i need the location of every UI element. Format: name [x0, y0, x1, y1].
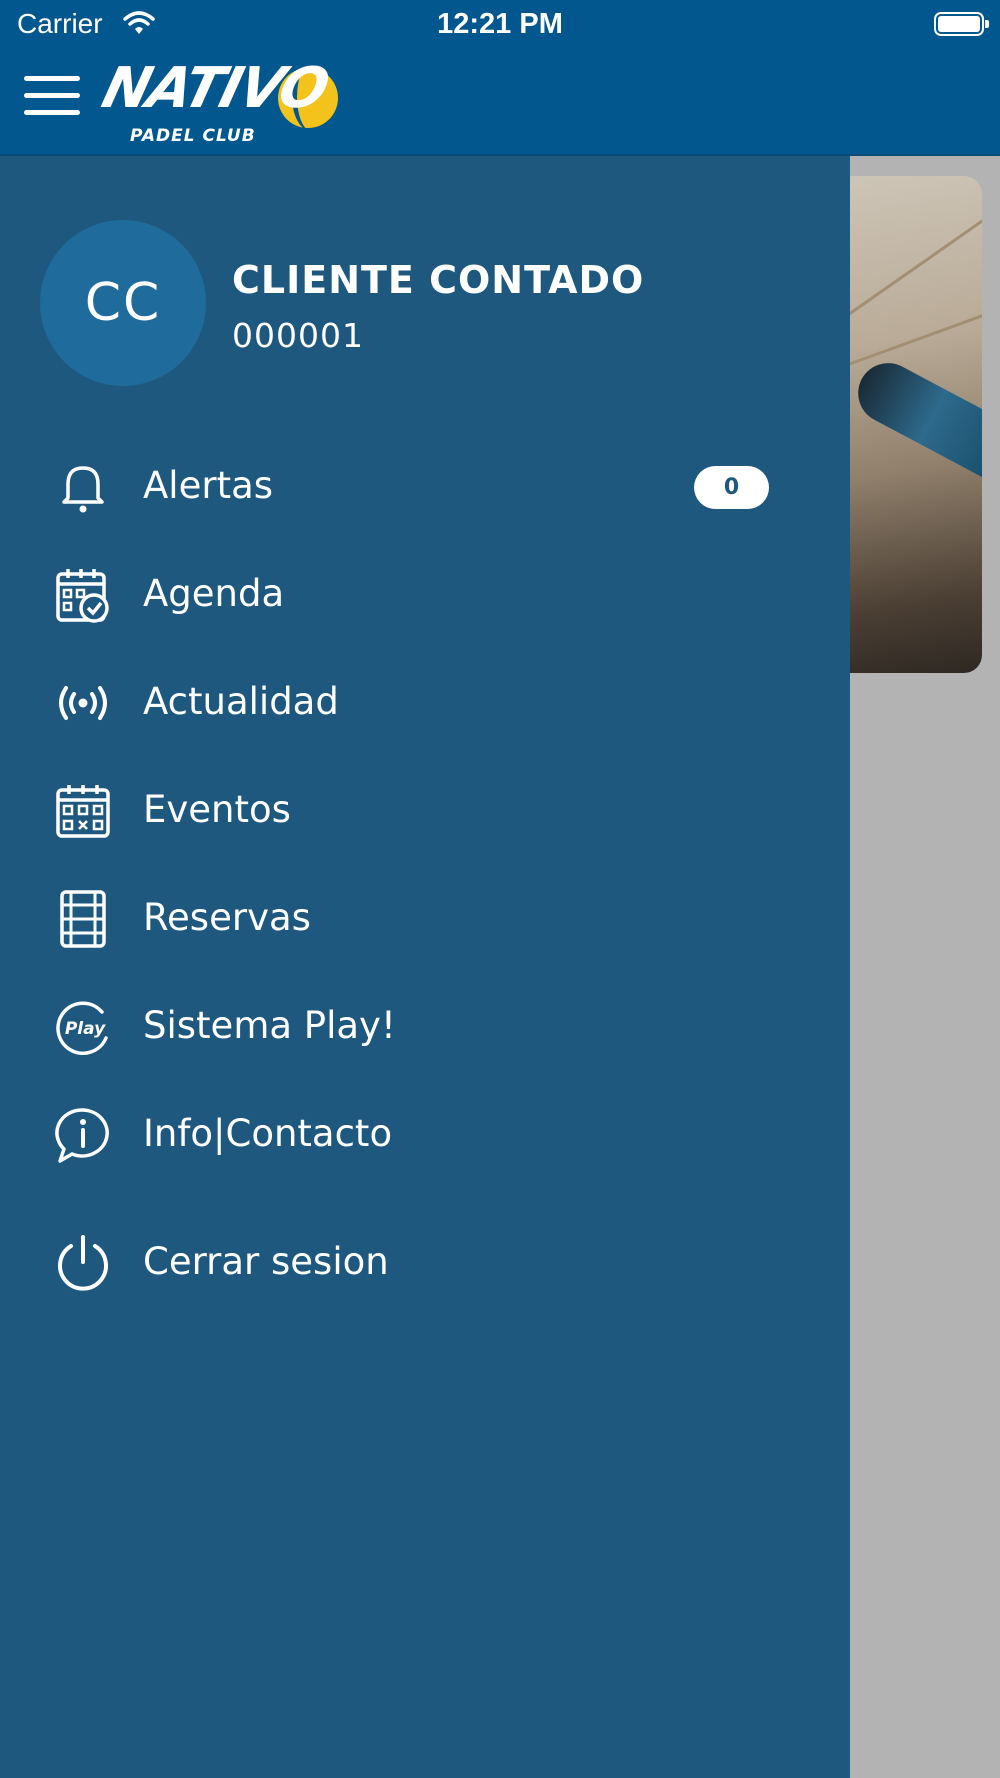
menu-item-eventos[interactable]: Eventos — [0, 760, 850, 860]
menu-label: Eventos — [143, 788, 291, 831]
menu-item-actualidad[interactable]: Actualidad — [0, 652, 850, 752]
menu-label: Alertas — [143, 464, 274, 507]
battery-icon — [934, 12, 989, 36]
avatar[interactable]: CC — [40, 220, 206, 386]
menu-label: Cerrar sesion — [143, 1240, 389, 1283]
clock: 12:21 PM — [437, 8, 563, 40]
user-name: CLIENTE CONTADO — [232, 258, 645, 302]
side-drawer: CC CLIENTE CONTADO 000001 Alertas 0 Agen… — [0, 156, 850, 1778]
menu-label: Reservas — [143, 896, 311, 939]
menu-item-info-contacto[interactable]: Info|Contacto — [0, 1084, 850, 1184]
menu-item-alertas[interactable]: Alertas 0 — [0, 436, 850, 536]
power-icon — [58, 1235, 108, 1291]
menu-label: Actualidad — [143, 680, 339, 723]
menu-item-agenda[interactable]: Agenda — [0, 544, 850, 644]
user-code: 000001 — [232, 316, 364, 355]
alert-count-badge: 0 — [694, 466, 769, 509]
logo-subtitle: PADEL CLUB — [130, 126, 256, 146]
nav-bar: NATIVO PADEL CLUB — [0, 52, 1000, 156]
broadcast-icon — [59, 686, 107, 720]
svg-text:Play: Play — [65, 1019, 106, 1039]
calendar-grid-icon — [56, 785, 110, 838]
menu-label: Agenda — [143, 572, 285, 615]
play-badge-icon: Play — [56, 1001, 108, 1055]
court-icon — [60, 890, 106, 948]
club-logo: NATIVO PADEL CLUB — [96, 56, 340, 150]
menu-label: Info|Contacto — [143, 1112, 393, 1155]
menu-item-reservas[interactable]: Reservas — [0, 868, 850, 968]
bell-icon — [62, 466, 104, 513]
menu-item-cerrar-sesion[interactable]: Cerrar sesion — [0, 1212, 850, 1312]
status-bar: Carrier 12:21 PM — [0, 0, 1000, 52]
menu-icon[interactable] — [24, 76, 80, 116]
info-chat-icon — [55, 1108, 109, 1163]
menu-label: Sistema Play! — [143, 1004, 396, 1047]
menu-item-sistema-play[interactable]: Play Sistema Play! — [0, 976, 850, 1076]
calendar-check-icon — [56, 569, 109, 623]
logo-title: NATIVO — [95, 56, 334, 121]
